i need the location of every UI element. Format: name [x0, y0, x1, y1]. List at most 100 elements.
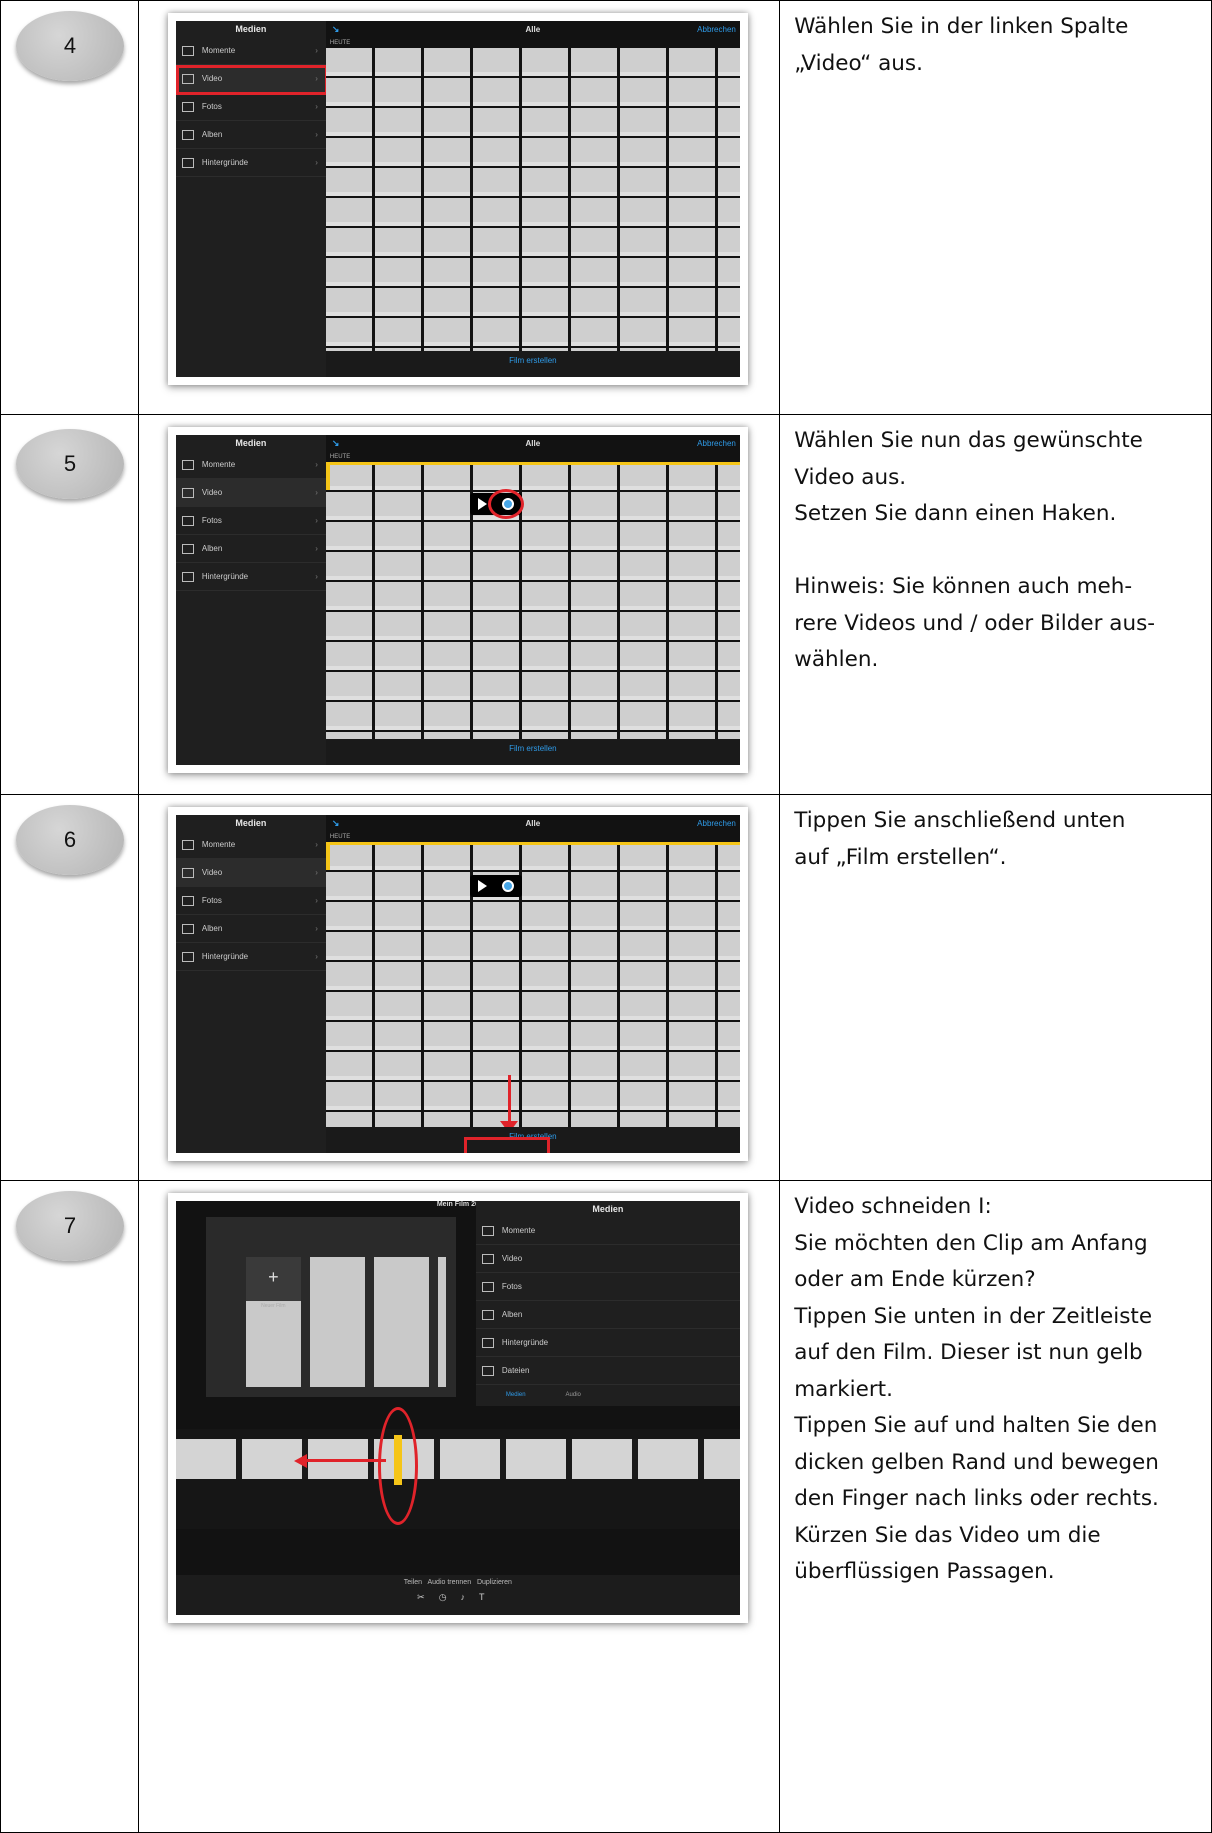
tool-teilen[interactable]: Teilen	[404, 1579, 422, 1586]
sidebar-item-label: Video	[201, 868, 223, 877]
sidebar-item-fotos[interactable]: Fotos ›	[175, 93, 326, 121]
sidebar-item-fotos[interactable]: Fotos ›	[175, 507, 326, 535]
video-preview-badge[interactable]	[469, 875, 522, 897]
sidebar-item-hintergruende[interactable]: Hintergründe ›	[175, 563, 326, 591]
film-icon	[181, 487, 194, 498]
create-film-button[interactable]: Film erstellen	[325, 739, 740, 765]
image-icon	[481, 1337, 494, 1348]
cancel-button[interactable]: Abbrechen	[697, 439, 736, 448]
step-row: 4 Medien Momente › Video › Fotos › Alben › H…	[0, 0, 1212, 415]
sidebar-item-label: Hintergründe	[201, 572, 249, 581]
editor-toolbar: Teilen Audio trennen Duplizieren ✂◷♪T	[175, 1575, 740, 1615]
sidebar-item-video[interactable]: Video ›	[175, 859, 326, 887]
highlight-box	[175, 65, 328, 95]
sidebar-item-fotos[interactable]: Fotos ›	[175, 887, 326, 915]
timeline[interactable]	[175, 1407, 740, 1529]
media-item-fotos[interactable]: Fotos	[475, 1273, 740, 1301]
step-row: 6 Medien Momente › Video › Fotos › Alben › H…	[0, 794, 1212, 1181]
selection-highlight	[325, 462, 740, 465]
sidebar-item-momente[interactable]: Momente ›	[175, 831, 326, 859]
sidebar-item-alben[interactable]: Alben ›	[175, 121, 326, 149]
step-number-cell: 6	[0, 794, 139, 1181]
sidebar-item-alben[interactable]: Alben ›	[175, 915, 326, 943]
chevron-right-icon: ›	[315, 544, 318, 553]
timeline-clips[interactable]	[175, 1439, 740, 1479]
media-item-alben[interactable]: Alben	[475, 1301, 740, 1329]
tool-duplizieren[interactable]: Duplizieren	[477, 1579, 512, 1586]
section-label: HEUTE	[329, 40, 351, 46]
screenshot-frame: Medien Momente › Video › Fotos › Alben › Hin…	[167, 807, 748, 1161]
instruction-cell: Wählen Sie in der linken Spalte „Video“ …	[779, 0, 1212, 415]
new-film-button[interactable]: +	[245, 1257, 301, 1301]
step-badge: 6	[16, 805, 124, 875]
chevron-right-icon: ›	[315, 924, 318, 933]
project-title: Mein Film 26	[436, 1201, 479, 1208]
tab-medien[interactable]: Medien	[506, 1392, 526, 1398]
album-icon	[181, 543, 194, 554]
moments-icon	[181, 839, 194, 850]
tab-audio[interactable]: Audio	[566, 1392, 581, 1398]
step-number-cell: 5	[0, 414, 139, 795]
media-grid[interactable]	[325, 462, 740, 739]
header-title: Alle	[525, 818, 541, 828]
chevron-right-icon: ›	[315, 840, 318, 849]
chevron-right-icon: ›	[315, 896, 318, 905]
sidebar-item-hintergruende[interactable]: Hintergründe ›	[175, 149, 326, 177]
selection-highlight	[325, 842, 330, 870]
step-badge: 5	[16, 429, 124, 499]
collapse-icon[interactable]: ↘	[332, 818, 340, 829]
moments-icon	[481, 1225, 494, 1236]
arrow-shaft	[305, 1459, 386, 1462]
instruction-cell: Video schneiden I: Sie möchten den Clip …	[779, 1180, 1212, 1833]
sidebar-item-momente[interactable]: Momente ›	[175, 37, 326, 65]
chevron-right-icon: ›	[315, 516, 318, 525]
sidebar-item-label: Video	[201, 488, 223, 497]
chevron-right-icon: ›	[315, 46, 318, 55]
step-badge: 7	[16, 1191, 124, 1261]
album-icon	[181, 923, 194, 934]
chevron-right-icon: ›	[315, 572, 318, 581]
sidebar-item-video[interactable]: Video ›	[175, 479, 326, 507]
play-icon	[477, 498, 487, 510]
screenshot-cell: Medien Momente › Video › Fotos › Alben › Hin…	[137, 794, 781, 1181]
media-grid[interactable]	[325, 48, 740, 351]
picker-header: ↘ Alle Abbrechen	[326, 815, 740, 831]
create-film-button[interactable]: Film erstellen	[325, 351, 740, 377]
cancel-button[interactable]: Abbrechen	[697, 25, 736, 34]
media-item-label: Momente	[501, 1226, 536, 1235]
tool-audio-trennen[interactable]: Audio trennen	[428, 1579, 472, 1586]
media-item-video[interactable]: Video	[475, 1245, 740, 1273]
chevron-right-icon: ›	[315, 130, 318, 139]
collapse-icon[interactable]: ↘	[332, 438, 340, 449]
media-item-dateien[interactable]: Dateien	[475, 1357, 740, 1385]
select-check-icon[interactable]	[502, 880, 515, 892]
screenshot-cell: Medien Momente › Video › Fotos › Alben › Hin…	[137, 414, 781, 795]
cancel-button[interactable]: Abbrechen	[697, 819, 736, 828]
arrow-shaft	[507, 1075, 511, 1127]
instruction-cell: Wählen Sie nun das gewünschte Video aus.…	[779, 414, 1212, 795]
collapse-icon[interactable]: ↘	[332, 24, 340, 35]
sidebar-item-alben[interactable]: Alben ›	[175, 535, 326, 563]
instruction-text: Wählen Sie in der linken Spalte „Video“ …	[794, 14, 1129, 76]
image-icon	[181, 157, 194, 168]
media-item-label: Hintergründe	[501, 1338, 549, 1347]
screenshot-cell: Mein Film 26 + Neuer Film Medien Momente…	[137, 1180, 781, 1833]
media-picker-screen: Medien Momente › Video › Fotos › Alben › Hin…	[175, 21, 740, 377]
screenshot-frame: Medien Momente › Video › Fotos › Alben › Hin…	[167, 427, 748, 773]
header-title: Alle	[525, 438, 541, 448]
chevron-right-icon: ›	[315, 102, 318, 111]
image-icon	[181, 951, 194, 962]
media-panel: Medien Momente Video Fotos Alben Hinterg…	[475, 1201, 740, 1406]
media-item-hintergruende[interactable]: Hintergründe	[475, 1329, 740, 1357]
sidebar-item-hintergruende[interactable]: Hintergründe ›	[175, 943, 326, 971]
photo-icon	[181, 101, 194, 112]
step-row: 7 Mein Film 26 + Neuer Film Medien Momen…	[0, 1180, 1212, 1833]
media-sidebar: Medien Momente › Video › Fotos › Alben › Hin…	[175, 815, 326, 1153]
media-picker-screen: Medien Momente › Video › Fotos › Alben › Hin…	[175, 435, 740, 765]
folder-icon	[481, 1365, 494, 1376]
media-grid[interactable]	[325, 842, 740, 1127]
sidebar-item-momente[interactable]: Momente ›	[175, 451, 326, 479]
media-item-momente[interactable]: Momente	[475, 1217, 740, 1245]
media-panel-title: Medien	[592, 1204, 624, 1214]
sidebar-item-label: Hintergründe	[201, 952, 249, 961]
